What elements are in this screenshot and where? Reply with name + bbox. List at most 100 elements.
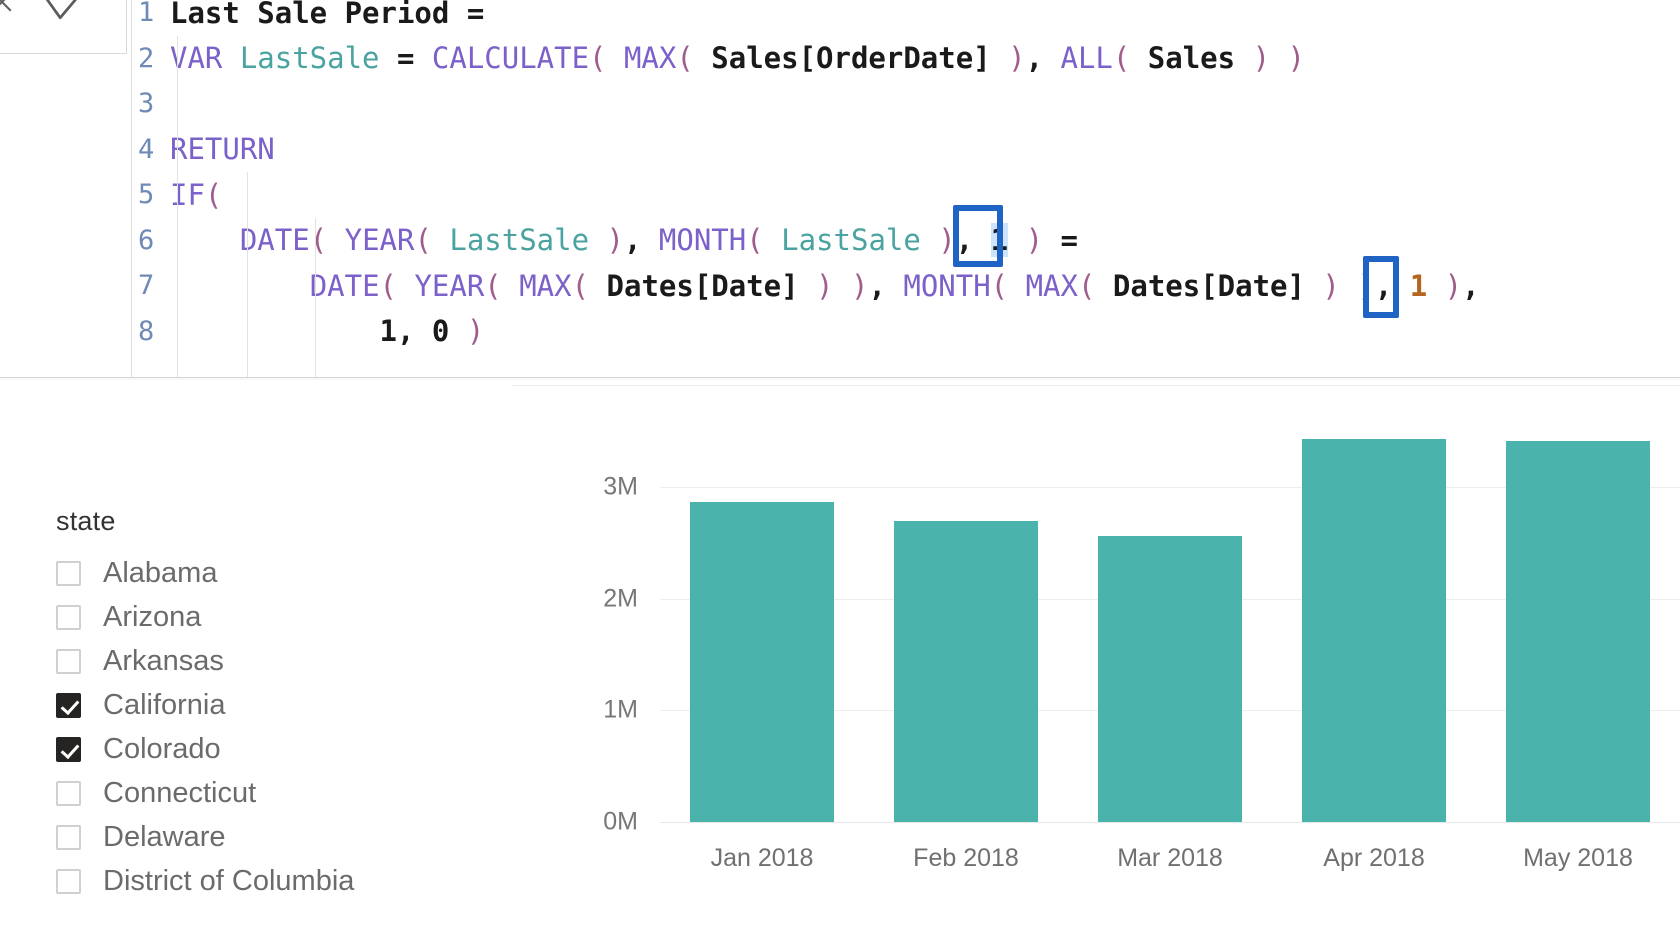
chart-bar-series: Jan 2018 Feb 2018 Mar 2018 Apr 2018 May 2018 (660, 403, 1680, 872)
state-slicer-item-label: District of Columbia (103, 864, 355, 897)
code-token: ( (746, 223, 782, 258)
code-token: RETURN (170, 132, 275, 167)
checkmark-icon[interactable] (41, 0, 89, 25)
close-icon[interactable] (0, 0, 17, 17)
checkbox-unchecked-icon[interactable] (56, 868, 81, 894)
code-token: = (1043, 223, 1078, 258)
state-slicer-item-label: Colorado (103, 732, 221, 765)
code-token: CALCULATE (431, 41, 590, 76)
state-slicer-item-label: Connecticut (103, 776, 257, 809)
dax-code-area[interactable]: 1 Last Sale Period = 2 VAR LastSale = CALCU… (131, 0, 1680, 377)
code-token: 1 (379, 314, 397, 349)
code-token: , (396, 314, 432, 349)
state-slicer-item[interactable]: Arkansas (56, 639, 476, 683)
checkbox-unchecked-icon[interactable] (56, 604, 81, 630)
code-token: , (868, 268, 904, 303)
code-line[interactable]: 6 DATE( YEAR( LastSale ), MONTH( LastSal… (132, 218, 1680, 264)
y-axis-tick-label: 1M (603, 695, 638, 724)
code-token: = (396, 41, 432, 76)
checkbox-unchecked-icon[interactable] (56, 824, 81, 850)
code-text: 1, 0 ) (170, 314, 485, 349)
code-token: MAX (623, 41, 677, 76)
chart-bar-item[interactable]: Feb 2018 (864, 403, 1068, 872)
line-number: 6 (138, 224, 155, 256)
code-token: Dates[Date] (606, 268, 799, 303)
checkbox-unchecked-icon[interactable] (56, 560, 81, 586)
chart-bar-item[interactable]: Apr 2018 (1272, 403, 1476, 872)
code-token: , (955, 223, 991, 258)
chart-bar-item[interactable]: May 2018 (1476, 403, 1680, 872)
code-token: ( (484, 268, 520, 303)
code-token: 1 (1409, 268, 1428, 303)
x-axis-tick-label: Mar 2018 (1117, 844, 1223, 872)
chart-bar[interactable] (1505, 441, 1651, 822)
code-line[interactable]: 7 DATE( YEAR( MAX( Dates[Date] ) ), MONT… (132, 263, 1680, 309)
indent-guide (315, 218, 316, 377)
code-token: ( (676, 41, 712, 76)
code-token: ) (798, 268, 834, 303)
code-token: VAR (170, 41, 240, 76)
code-line[interactable]: 3 (132, 81, 1680, 127)
code-line[interactable]: 5 IF( (132, 172, 1680, 218)
state-slicer-item[interactable]: Delaware (56, 815, 476, 859)
state-slicer-item-label: Arizona (103, 600, 202, 633)
state-slicer-item[interactable]: Colorado (56, 727, 476, 771)
code-line[interactable]: 8 1, 0 ) (132, 309, 1680, 355)
code-line[interactable]: 2 VAR LastSale = CALCULATE( MAX( Sales[Or… (132, 36, 1680, 82)
chart-bar-item[interactable]: Mar 2018 (1068, 403, 1272, 872)
state-slicer-item-label: California (103, 688, 226, 721)
state-slicer-item-label: Alabama (103, 556, 218, 589)
state-slicer-item[interactable]: Arizona (56, 595, 476, 639)
line-number: 8 (138, 315, 155, 347)
checkbox-checked-icon[interactable] (56, 736, 81, 762)
state-slicer[interactable]: state Alabama Arizona Arkansas California Co… (56, 506, 476, 903)
code-token: LastSale (781, 223, 921, 258)
state-slicer-title: state (56, 506, 116, 536)
state-slicer-item-list: Alabama Arizona Arkansas California Colorado… (56, 551, 476, 903)
line-number: 7 (138, 270, 155, 302)
chart-bar[interactable] (1097, 535, 1243, 822)
chart-bar[interactable] (689, 502, 835, 822)
code-token: ) (1427, 268, 1463, 303)
code-token: ) (833, 268, 869, 303)
chart-bar-item[interactable]: Jan 2018 (660, 403, 864, 872)
code-line[interactable]: 4 RETURN (132, 127, 1680, 173)
column-chart-visual[interactable]: 0M 1M 2M 3M Jan 2018 Feb 2018 Mar 2018 Apr 201… (500, 330, 1680, 945)
line-number: 5 (138, 179, 155, 211)
checkbox-checked-icon[interactable] (56, 692, 81, 718)
code-token: ALL (1060, 41, 1113, 76)
code-token: ) (1235, 41, 1271, 76)
state-slicer-item[interactable]: Alabama (56, 551, 476, 595)
code-text: DATE( YEAR( MAX( Dates[Date] ) ), MONTH(… (170, 269, 1480, 303)
code-token: ( (1077, 268, 1113, 303)
checkbox-unchecked-icon[interactable] (56, 648, 81, 674)
code-token: , (1374, 268, 1410, 303)
code-line[interactable]: 1 Last Sale Period = (132, 0, 1680, 36)
y-axis-tick-label: 3M (603, 472, 638, 501)
state-slicer-item[interactable]: District of Columbia (56, 859, 476, 903)
formula-commit-toolbar (0, 0, 127, 54)
chart-bar[interactable] (1301, 438, 1447, 822)
code-token: ) (1339, 268, 1375, 303)
x-axis-tick-label: May 2018 (1523, 844, 1633, 872)
code-text: DATE( YEAR( LastSale ), MONTH( LastSale … (170, 223, 1078, 258)
chart-top-divider (512, 385, 1680, 386)
state-slicer-item[interactable]: Connecticut (56, 771, 476, 815)
chart-gridline: 0M (603, 808, 1680, 836)
code-token: MONTH (903, 268, 991, 303)
checkbox-unchecked-icon[interactable] (56, 780, 81, 806)
code-token: ( (589, 41, 624, 76)
code-token: 1 (990, 223, 1009, 258)
y-axis-tick-label: 0M (603, 807, 638, 836)
chart-bar[interactable] (893, 521, 1039, 822)
x-axis-tick-label: Apr 2018 (1323, 844, 1425, 872)
code-token: DATE (239, 223, 310, 258)
code-token: ) (1270, 41, 1305, 76)
code-token: LastSale (239, 41, 397, 76)
state-slicer-item[interactable]: California (56, 683, 476, 727)
code-token: Sales (1147, 41, 1236, 76)
dax-formula-editor[interactable]: 1 Last Sale Period = 2 VAR LastSale = CALCU… (0, 0, 1680, 378)
x-axis-tick-label: Jan 2018 (710, 844, 814, 872)
